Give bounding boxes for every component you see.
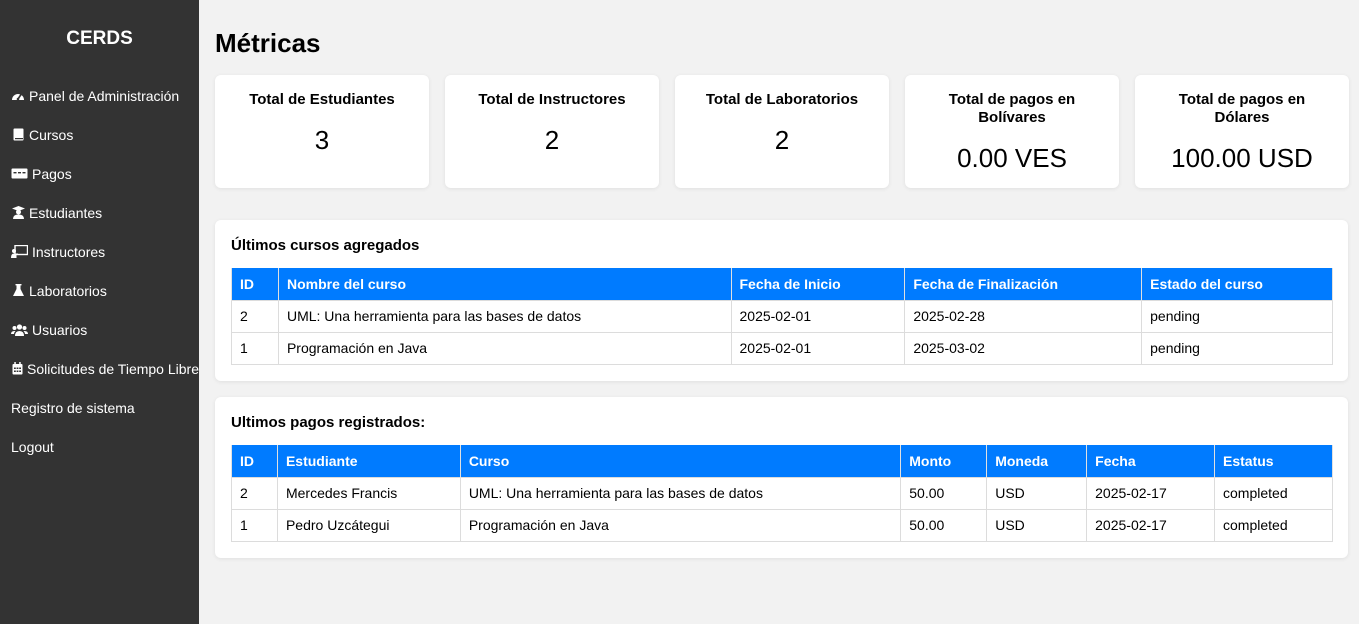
sidebar-item-usuarios[interactable]: Usuarios [11, 310, 199, 349]
recent-payments-panel: Ultimos pagos registrados: ID Estudiante… [215, 397, 1348, 558]
metric-value: 3 [314, 125, 330, 155]
brand-logo: CERDS [66, 28, 133, 49]
sidebar-item-solicitudes[interactable]: Solicitudes de Tiempo Libre [11, 349, 199, 388]
panel-title: Ultimos pagos registrados: [231, 414, 426, 431]
page-title: Métricas [215, 28, 321, 58]
table-row: 1 Pedro Uzcátegui Programación en Java 5… [231, 508, 1333, 542]
table-cell: Programación en Java [277, 331, 732, 365]
table-cell: USD [986, 476, 1088, 510]
metric-card-laboratorios: Total de Laboratorios 2 [675, 75, 889, 188]
column-header: Fecha [1086, 445, 1216, 477]
main-content: Métricas Total de Estudiantes 3 Total de… [199, 0, 1359, 624]
column-header: ID [231, 445, 278, 477]
table-row: 2 Mercedes Francis UML: Una herramienta … [231, 476, 1333, 510]
sidebar-item-label: Logout [11, 438, 54, 455]
table-row: 2 UML: Una herramienta para las bases de… [231, 299, 1333, 333]
table-cell: 50.00 [900, 508, 988, 542]
column-header: Monto [900, 445, 988, 477]
table-cell: Programación en Java [459, 508, 902, 542]
sidebar-item-pagos[interactable]: Pagos [11, 154, 199, 193]
column-header: ID [231, 268, 279, 300]
table-cell: completed [1214, 508, 1333, 542]
metric-card-pagos-dolares: Total de pagos en Dólares 100.00 USD [1135, 75, 1349, 188]
sidebar-item-estudiantes[interactable]: Estudiantes [11, 193, 199, 232]
sidebar-item-label: Pagos [32, 165, 72, 182]
users-icon [11, 323, 28, 337]
column-header: Estatus [1214, 445, 1333, 477]
sidebar-item-panel-administracion[interactable]: Panel de Administración [11, 76, 199, 115]
metric-value: 2 [544, 125, 560, 155]
table-cell: 2025-02-17 [1086, 508, 1216, 542]
sidebar-item-registro-sistema[interactable]: Registro de sistema [11, 388, 199, 427]
metric-card-estudiantes: Total de Estudiantes 3 [215, 75, 429, 188]
column-header: Estado del curso [1141, 268, 1333, 300]
sidebar-item-cursos[interactable]: Cursos [11, 115, 199, 154]
money-bill-icon [11, 167, 28, 181]
metric-label: Total de pagos en Bolívares [948, 91, 1076, 126]
flask-icon [11, 284, 25, 298]
table-cell: 2 [231, 299, 279, 333]
calendar-icon [11, 362, 23, 376]
table-header-row: ID Nombre del curso Fecha de Inicio Fech… [231, 268, 1333, 300]
table-cell: pending [1141, 299, 1333, 333]
table-cell: 2025-02-01 [730, 331, 906, 365]
payments-table: ID Estudiante Curso Monto Moneda Fecha E… [231, 445, 1333, 542]
metric-value: 100.00 USD [1171, 143, 1313, 173]
sidebar-item-label: Laboratorios [29, 282, 107, 299]
table-cell: 50.00 [900, 476, 988, 510]
panel-title: Últimos cursos agregados [231, 237, 420, 254]
table-cell: pending [1141, 331, 1333, 365]
table-cell: Mercedes Francis [276, 476, 461, 510]
metric-label: Total de pagos en Dólares [1178, 91, 1306, 126]
table-cell: USD [986, 508, 1088, 542]
table-cell: 1 [231, 331, 279, 365]
column-header: Nombre del curso [277, 268, 732, 300]
sidebar-nav: Panel de Administración Cursos Pagos Est… [11, 76, 199, 466]
sidebar-item-label: Registro de sistema [11, 399, 135, 416]
metric-card-instructores: Total de Instructores 2 [445, 75, 659, 188]
table-cell: 2025-03-02 [904, 331, 1143, 365]
table-cell: 2025-02-28 [904, 299, 1143, 333]
sidebar-item-laboratorios[interactable]: Laboratorios [11, 271, 199, 310]
sidebar-item-label: Usuarios [32, 321, 88, 338]
dashboard-icon [11, 89, 25, 103]
column-header: Fecha de Finalización [904, 268, 1143, 300]
book-icon [11, 128, 25, 142]
metric-value: 2 [774, 125, 790, 155]
table-cell: 1 [231, 508, 278, 542]
table-cell: Pedro Uzcátegui [276, 508, 461, 542]
metric-value: 0.00 VES [957, 143, 1067, 173]
column-header: Fecha de Inicio [730, 268, 906, 300]
metric-card-pagos-bolivares: Total de pagos en Bolívares 0.00 VES [905, 75, 1119, 188]
sidebar-item-label: Instructores [32, 243, 106, 260]
table-cell: UML: Una herramienta para las bases de d… [277, 299, 732, 333]
sidebar-item-label: Solicitudes de Tiempo Libre [27, 360, 199, 377]
metric-label: Total de Instructores [478, 91, 626, 108]
sidebar-item-instructores[interactable]: Instructores [11, 232, 199, 271]
table-cell: 2025-02-17 [1086, 476, 1216, 510]
recent-courses-panel: Últimos cursos agregados ID Nombre del c… [215, 220, 1348, 381]
column-header: Moneda [986, 445, 1088, 477]
sidebar: CERDS Panel de Administración Cursos Pag… [0, 0, 199, 624]
courses-table: ID Nombre del curso Fecha de Inicio Fech… [231, 268, 1333, 365]
metric-label: Total de Estudiantes [249, 91, 395, 108]
sidebar-item-label: Cursos [29, 126, 74, 143]
table-cell: 2 [231, 476, 278, 510]
metric-label: Total de Laboratorios [705, 91, 859, 108]
column-header: Curso [459, 445, 902, 477]
table-cell: 2025-02-01 [730, 299, 906, 333]
table-cell: UML: Una herramienta para las bases de d… [459, 476, 902, 510]
sidebar-item-label: Estudiantes [29, 204, 103, 221]
sidebar-item-logout[interactable]: Logout [11, 427, 199, 466]
table-cell: completed [1214, 476, 1333, 510]
chalkboard-teacher-icon [11, 245, 28, 259]
table-row: 1 Programación en Java 2025-02-01 2025-0… [231, 331, 1333, 365]
column-header: Estudiante [276, 445, 461, 477]
table-header-row: ID Estudiante Curso Monto Moneda Fecha E… [231, 445, 1333, 477]
sidebar-item-label: Panel de Administración [29, 87, 180, 104]
graduate-icon [11, 206, 25, 220]
